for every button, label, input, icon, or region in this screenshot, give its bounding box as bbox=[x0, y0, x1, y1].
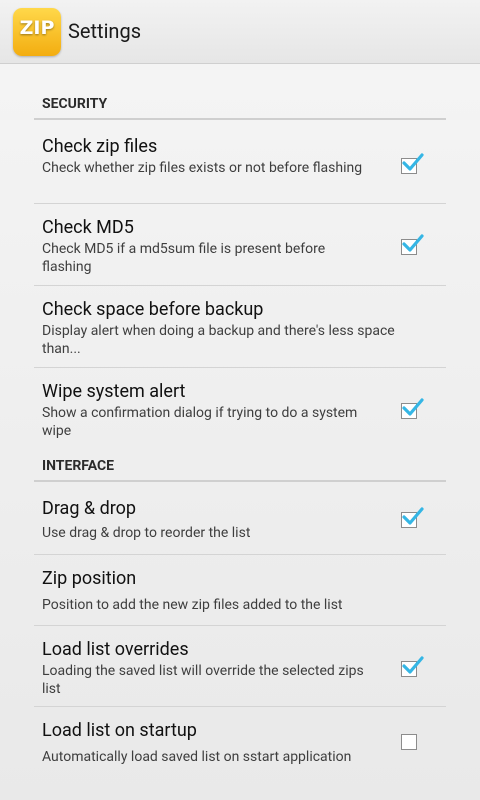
pref-wipe-system-alert[interactable]: Wipe system alert Show a confirmation di… bbox=[34, 369, 446, 451]
section-header-label: INTERFACE bbox=[42, 458, 115, 474]
section-header-label: SECURITY bbox=[42, 96, 108, 112]
checkbox[interactable] bbox=[401, 398, 424, 419]
pref-summary: Check whether zip files exists or not be… bbox=[42, 160, 363, 176]
pref-title: Check space before backup bbox=[42, 299, 264, 320]
checkbox[interactable] bbox=[401, 234, 424, 255]
pref-check-md5[interactable]: Check MD5 Check MD5 if a md5sum file is … bbox=[34, 205, 446, 286]
checkmark-icon bbox=[402, 507, 424, 525]
pref-title: Drag & drop bbox=[42, 498, 137, 519]
pref-summary: Show a confirmation dialog if trying to … bbox=[42, 405, 358, 439]
pref-drag-and-drop[interactable]: Drag & drop Use drag & drop to reorder t… bbox=[34, 486, 446, 555]
checkbox[interactable] bbox=[401, 734, 417, 750]
pref-summary: Loading the saved list will override the… bbox=[42, 663, 364, 697]
pref-title: Wipe system alert bbox=[42, 381, 186, 402]
pref-summary: Automatically load saved list on sstart … bbox=[42, 749, 352, 765]
checkmark-icon bbox=[402, 153, 424, 171]
pref-load-list-on-startup[interactable]: Load list on startup Automatically load … bbox=[34, 708, 446, 778]
settings-list: SECURITY Check zip files Check whether z… bbox=[0, 64, 480, 800]
checkbox[interactable] bbox=[401, 507, 424, 528]
pref-check-space-before-backup[interactable]: Check space before backup Display alert … bbox=[34, 287, 446, 368]
pref-load-list-overrides[interactable]: Load list overrides Loading the saved li… bbox=[34, 627, 446, 707]
checkbox[interactable] bbox=[401, 153, 424, 174]
page-title: Settings bbox=[68, 19, 142, 43]
checkmark-icon bbox=[402, 398, 424, 416]
pref-summary: Display alert when doing a backup and th… bbox=[42, 323, 395, 357]
section-header-interface: INTERFACE bbox=[34, 454, 446, 482]
pref-summary: Position to add the new zip files added … bbox=[42, 597, 343, 613]
pref-zip-position[interactable]: Zip position Position to add the new zip… bbox=[34, 556, 446, 626]
pref-title: Zip position bbox=[42, 568, 137, 589]
checkmark-icon bbox=[402, 656, 424, 674]
checkmark-icon bbox=[402, 234, 424, 252]
pref-check-zip-files[interactable]: Check zip files Check whether zip files … bbox=[34, 124, 446, 204]
pref-summary: Use drag & drop to reorder the list bbox=[42, 525, 251, 541]
pref-title: Check MD5 bbox=[42, 217, 134, 238]
action-bar: ZIP Settings bbox=[0, 0, 480, 64]
pref-summary: Check MD5 if a md5sum file is present be… bbox=[42, 241, 326, 275]
checkbox[interactable] bbox=[401, 656, 424, 677]
section-header-security: SECURITY bbox=[34, 92, 446, 120]
pref-title: Check zip files bbox=[42, 136, 158, 157]
pref-title: Load list overrides bbox=[42, 639, 189, 660]
app-icon-label: ZIP bbox=[19, 17, 55, 39]
zip-app-icon[interactable]: ZIP bbox=[13, 8, 61, 56]
pref-title: Load list on startup bbox=[42, 720, 197, 741]
